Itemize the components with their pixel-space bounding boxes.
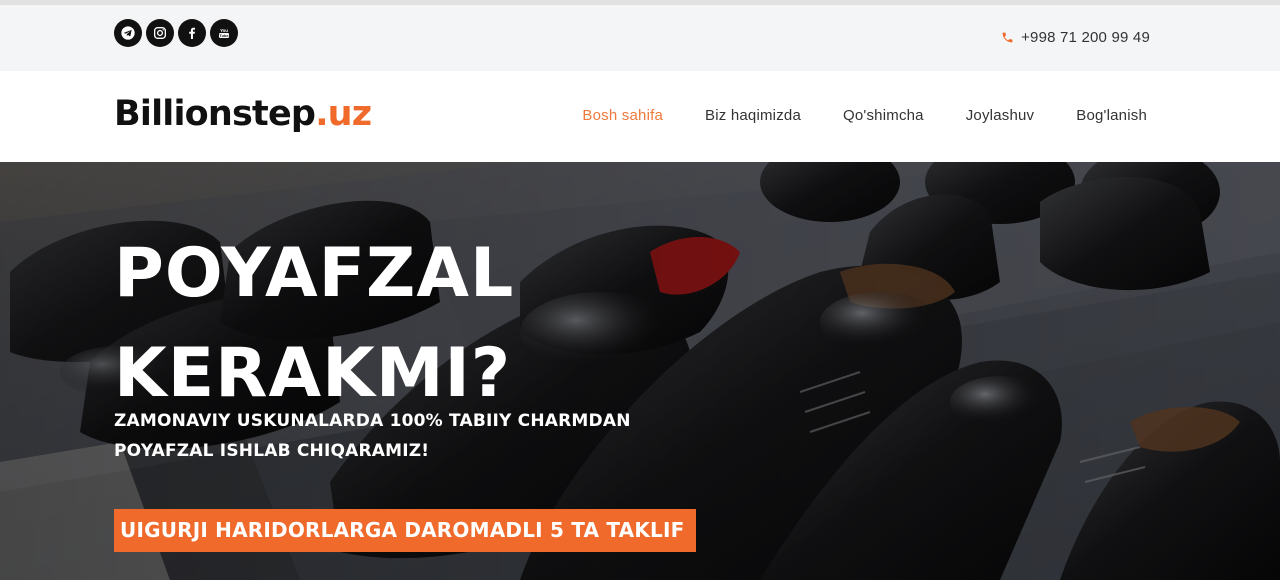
- phone-number: +998 71 200 99 49: [1021, 29, 1150, 46]
- top-bar: You Tube +998 71 200 99 49: [0, 5, 1280, 71]
- nav-item-extra[interactable]: Qo'shimcha: [843, 107, 924, 124]
- hero-subtitle-line2: POYAFZAL ISHLAB CHIQARAMIZ!: [114, 441, 430, 461]
- main-navbar: Billionstep.uz Bosh sahifa Biz haqimizda…: [0, 71, 1280, 162]
- nav-item-contact[interactable]: Bog'lanish: [1076, 107, 1147, 124]
- phone-contact[interactable]: +998 71 200 99 49: [1001, 29, 1150, 46]
- youtube-icon: You Tube: [219, 28, 230, 38]
- logo-name: Billionstep: [114, 94, 316, 134]
- nav-menu: Bosh sahifa Biz haqimizda Qo'shimcha Joy…: [582, 107, 1147, 124]
- hero-subtitle: ZAMONAVIY USKUNALARDA 100% TABIIY CHARMD…: [114, 406, 674, 466]
- nav-item-location[interactable]: Joylashuv: [966, 107, 1035, 124]
- instagram-icon: [154, 27, 166, 39]
- svg-text:Tube: Tube: [220, 34, 230, 38]
- hero-title-line1: POYAFZAL: [114, 234, 515, 313]
- hero-title: POYAFZAL KERAKMI?: [114, 224, 714, 424]
- svg-text:You: You: [220, 28, 228, 33]
- logo-tld: .uz: [315, 94, 372, 134]
- nav-item-about[interactable]: Biz haqimizda: [705, 107, 801, 124]
- facebook-icon: [189, 27, 195, 39]
- hero-banner: POYAFZAL KERAKMI? ZAMONAVIY USKUNALARDA …: [0, 162, 1280, 580]
- nav-item-home[interactable]: Bosh sahifa: [582, 107, 663, 124]
- phone-icon: [1002, 32, 1013, 43]
- telegram-link[interactable]: [114, 19, 142, 47]
- social-links: You Tube: [114, 19, 238, 47]
- youtube-link[interactable]: You Tube: [210, 19, 238, 47]
- facebook-link[interactable]: [178, 19, 206, 47]
- instagram-link[interactable]: [146, 19, 174, 47]
- hero-subtitle-line1: ZAMONAVIY USKUNALARDA 100% TABIIY CHARMD…: [114, 411, 631, 431]
- wholesale-offer-button[interactable]: UIGURJI HARIDORLARGA DAROMADLI 5 TA TAKL…: [114, 509, 697, 552]
- telegram-icon: [121, 26, 135, 40]
- site-logo[interactable]: Billionstep.uz: [114, 91, 372, 137]
